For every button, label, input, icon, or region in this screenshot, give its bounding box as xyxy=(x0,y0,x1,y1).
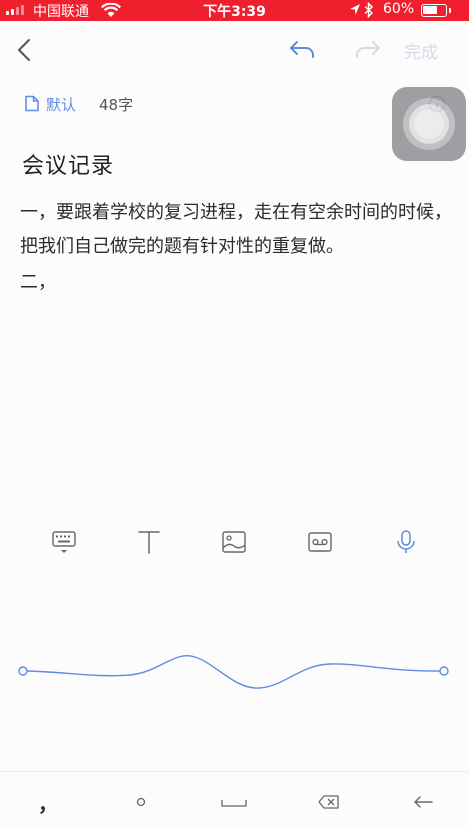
space-key[interactable] xyxy=(220,787,248,817)
note-paragraph[interactable]: 一，要跟着学校的复习进程，走在有空余时间的时候，把我们自己做完的题有针对性的重复… xyxy=(20,196,460,264)
comma-key[interactable]: ， xyxy=(38,788,58,818)
assistive-touch-button[interactable] xyxy=(392,87,466,161)
battery-icon xyxy=(421,4,447,17)
return-key[interactable] xyxy=(412,787,434,817)
battery-tip xyxy=(449,8,451,13)
note-title[interactable]: 会议记录 xyxy=(22,148,114,180)
delete-key[interactable] xyxy=(318,787,340,817)
voice-waveform xyxy=(18,654,449,689)
word-count: 48字 xyxy=(99,96,134,114)
image-icon[interactable] xyxy=(221,529,247,555)
folder-label[interactable]: 默认 xyxy=(46,94,76,115)
text-format-icon[interactable] xyxy=(136,529,162,555)
keyboard-icon[interactable] xyxy=(51,529,77,555)
back-arrow-icon[interactable] xyxy=(14,37,36,63)
document-icon xyxy=(25,95,39,112)
battery-percent: 60% xyxy=(383,1,415,17)
note-paragraph[interactable]: 二， xyxy=(20,268,56,294)
tape-icon[interactable] xyxy=(307,529,333,555)
dot-key[interactable] xyxy=(134,787,148,817)
redo-icon[interactable] xyxy=(354,38,382,60)
bluetooth-icon xyxy=(364,2,374,18)
status-bar: 中国联通 下午3:39 60% xyxy=(0,0,469,21)
location-icon xyxy=(350,4,360,15)
done-button[interactable]: 完成 xyxy=(404,38,438,63)
microphone-icon[interactable] xyxy=(393,529,419,555)
undo-icon[interactable] xyxy=(288,38,316,60)
